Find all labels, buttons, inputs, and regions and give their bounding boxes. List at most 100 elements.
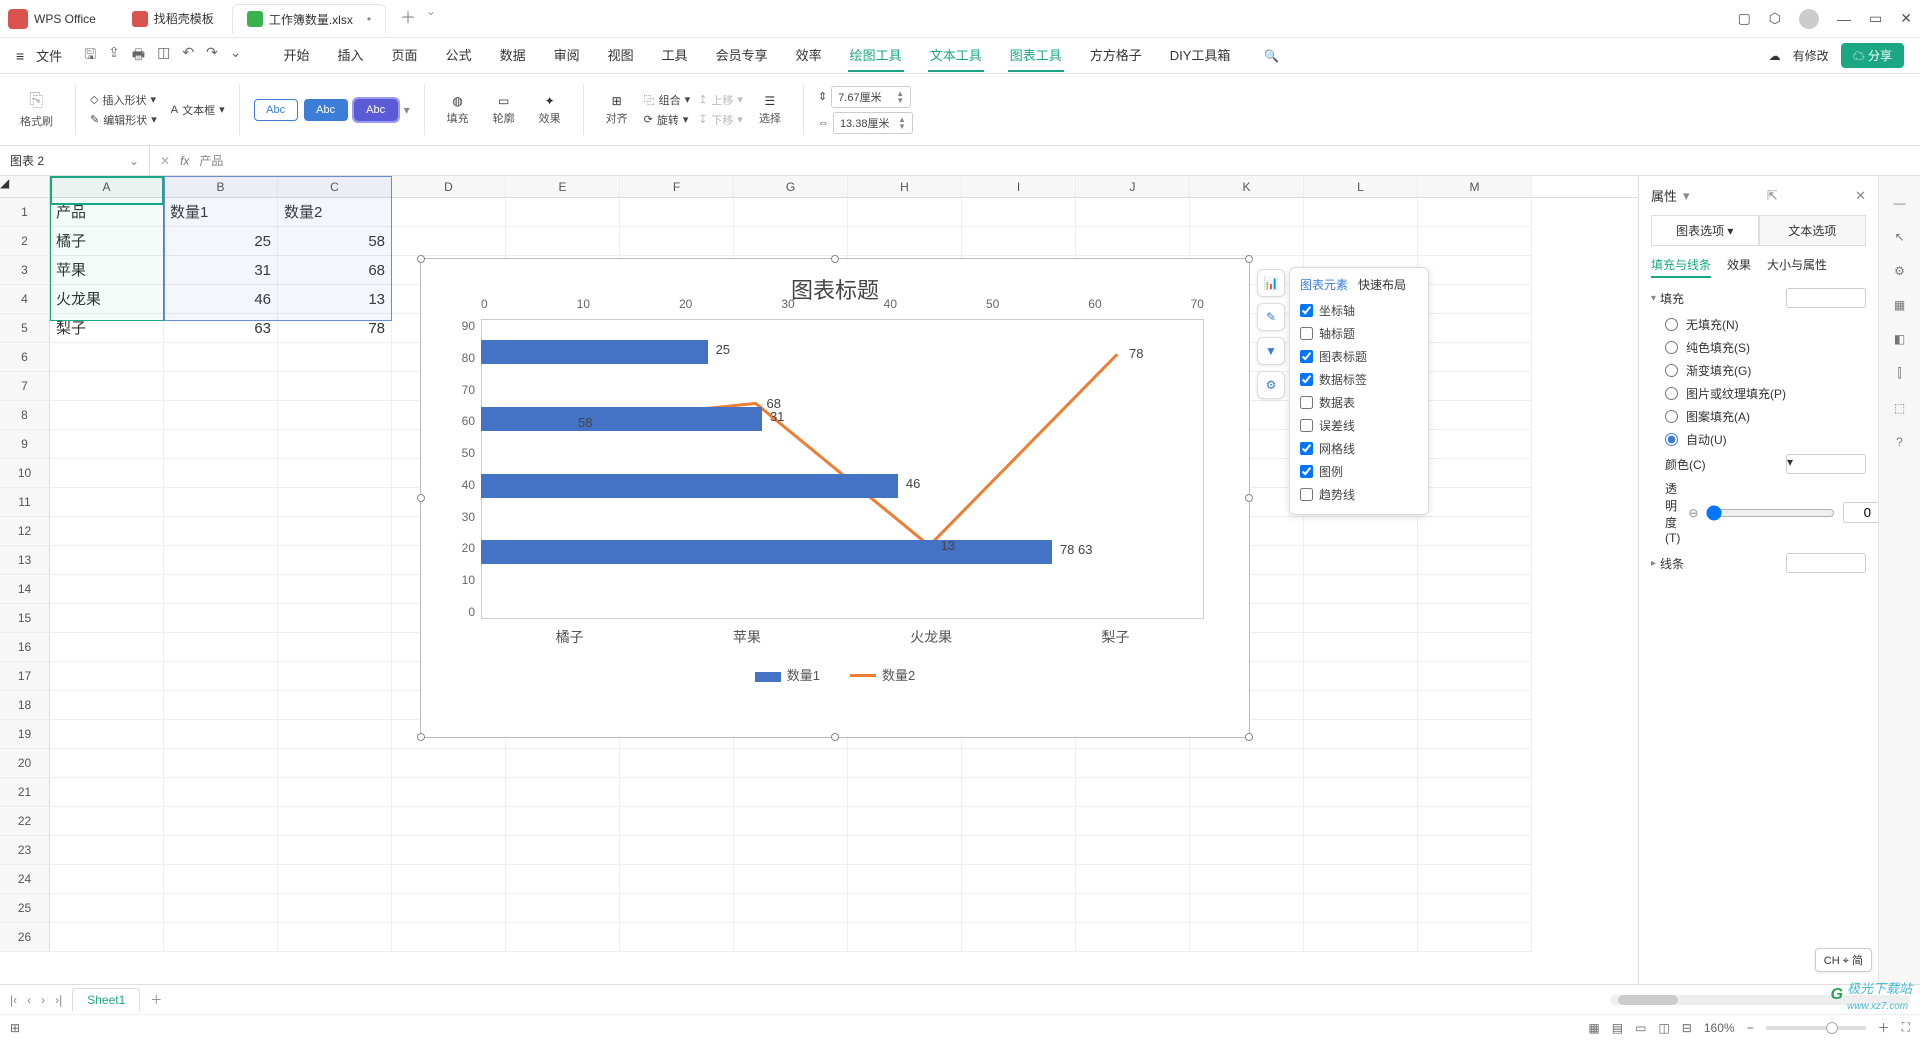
pin-icon[interactable]: ⇱	[1767, 188, 1778, 204]
collapse-panel-icon[interactable]: —	[1894, 196, 1906, 210]
file-menu[interactable]: 文件	[36, 46, 62, 65]
row-header-9[interactable]: 9	[0, 430, 50, 459]
cell[interactable]	[962, 923, 1076, 952]
cell[interactable]	[1304, 836, 1418, 865]
cell[interactable]	[164, 459, 278, 488]
cursor-tool-icon[interactable]: ↖	[1894, 230, 1904, 244]
share-button[interactable]: ☁ 分享	[1841, 43, 1904, 68]
row-header-24[interactable]: 24	[0, 865, 50, 894]
chart-filter-button[interactable]: ▼	[1257, 337, 1285, 365]
view-break-icon[interactable]: ▭	[1635, 1021, 1646, 1035]
menu-item-开始[interactable]: 开始	[282, 39, 312, 72]
cell[interactable]	[164, 836, 278, 865]
cell[interactable]	[962, 865, 1076, 894]
cell[interactable]	[278, 575, 392, 604]
cell[interactable]	[1304, 604, 1418, 633]
col-header-A[interactable]: A	[50, 176, 164, 197]
cell[interactable]	[278, 430, 392, 459]
cell[interactable]	[1418, 256, 1532, 285]
cell[interactable]	[1076, 923, 1190, 952]
cell[interactable]	[734, 923, 848, 952]
cell[interactable]	[1418, 546, 1532, 575]
cell[interactable]	[164, 372, 278, 401]
cell[interactable]	[1418, 662, 1532, 691]
row-header-8[interactable]: 8	[0, 401, 50, 430]
chart-element-图例[interactable]: 图例	[1300, 460, 1418, 483]
popup-tab-elements[interactable]: 图表元素	[1300, 276, 1348, 293]
cell[interactable]	[962, 807, 1076, 836]
fill-option[interactable]: 自动(U)	[1665, 431, 1866, 448]
row-header-11[interactable]: 11	[0, 488, 50, 517]
cell[interactable]: 产品	[50, 198, 164, 227]
cell[interactable]	[392, 227, 506, 256]
cell[interactable]	[50, 488, 164, 517]
cell[interactable]	[164, 604, 278, 633]
cell[interactable]	[164, 430, 278, 459]
cell[interactable]	[1418, 749, 1532, 778]
fill-option[interactable]: 图片或纹理填充(P)	[1665, 385, 1866, 402]
cell[interactable]	[164, 923, 278, 952]
col-header-H[interactable]: H	[848, 176, 962, 197]
cell[interactable]	[278, 865, 392, 894]
row-header-25[interactable]: 25	[0, 894, 50, 923]
close-panel-icon[interactable]: ✕	[1855, 188, 1866, 204]
undo-icon[interactable]: ↶	[182, 44, 194, 68]
cell[interactable]	[278, 343, 392, 372]
menu-item-插入[interactable]: 插入	[336, 39, 366, 72]
cell[interactable]	[1190, 807, 1304, 836]
cancel-fx-icon[interactable]: ✕	[160, 154, 170, 168]
cell[interactable]	[50, 343, 164, 372]
chart-elements-button[interactable]: 📊	[1257, 269, 1285, 297]
cell[interactable]	[1304, 575, 1418, 604]
panel-tab-text-options[interactable]: 文本选项	[1759, 215, 1867, 246]
cell[interactable]	[848, 227, 962, 256]
row-header-17[interactable]: 17	[0, 662, 50, 691]
edit-shape-button[interactable]: ✎编辑形状 ▾	[90, 112, 157, 128]
row-header-16[interactable]: 16	[0, 633, 50, 662]
cell[interactable]	[392, 865, 506, 894]
row-header-23[interactable]: 23	[0, 836, 50, 865]
section-fill[interactable]: 填充	[1651, 288, 1866, 308]
col-header-J[interactable]: J	[1076, 176, 1190, 197]
cell[interactable]	[506, 749, 620, 778]
effect-icon[interactable]: ✦	[545, 94, 555, 108]
close-button[interactable]: ✕	[1900, 10, 1912, 27]
chart-object[interactable]: 图表标题 010203040506070 9080706050403020100…	[420, 258, 1250, 738]
cell[interactable]	[278, 633, 392, 662]
cell[interactable]	[848, 923, 962, 952]
cell[interactable]	[734, 894, 848, 923]
cell[interactable]	[506, 227, 620, 256]
cell[interactable]	[1418, 430, 1532, 459]
cell[interactable]	[50, 546, 164, 575]
zoom-out-button[interactable]: −	[1747, 1021, 1754, 1035]
cell[interactable]	[278, 459, 392, 488]
lock-width-icon[interactable]: ⇔	[818, 117, 829, 129]
maximize-button[interactable]: ▭	[1869, 10, 1882, 27]
col-header-M[interactable]: M	[1418, 176, 1532, 197]
row-header-2[interactable]: 2	[0, 227, 50, 256]
cell[interactable]	[734, 227, 848, 256]
cell[interactable]	[50, 459, 164, 488]
chart-bar[interactable]	[481, 340, 708, 364]
row-header-15[interactable]: 15	[0, 604, 50, 633]
cell[interactable]	[1076, 807, 1190, 836]
cell[interactable]: 31	[164, 256, 278, 285]
menu-item-数据[interactable]: 数据	[498, 39, 528, 72]
cell[interactable]	[50, 517, 164, 546]
menu-item-公式[interactable]: 公式	[444, 39, 474, 72]
height-input[interactable]: 7.67厘米▲▼	[831, 86, 911, 108]
row-header-7[interactable]: 7	[0, 372, 50, 401]
view-page-icon[interactable]: ▤	[1612, 1021, 1623, 1035]
cell[interactable]	[278, 923, 392, 952]
settings-tool-icon[interactable]: ⚙	[1894, 264, 1905, 278]
move-down-button[interactable]: ↧下移 ▾	[698, 112, 743, 128]
subtab-fill-line[interactable]: 填充与线条	[1651, 256, 1711, 278]
cell[interactable]: 橘子	[50, 227, 164, 256]
chart-element-轴标题[interactable]: 轴标题	[1300, 322, 1418, 345]
cell[interactable]	[1190, 894, 1304, 923]
subtab-size[interactable]: 大小与属性	[1767, 256, 1827, 278]
cell[interactable]	[50, 372, 164, 401]
cell[interactable]	[506, 865, 620, 894]
cell[interactable]	[1304, 517, 1418, 546]
cell[interactable]	[164, 517, 278, 546]
